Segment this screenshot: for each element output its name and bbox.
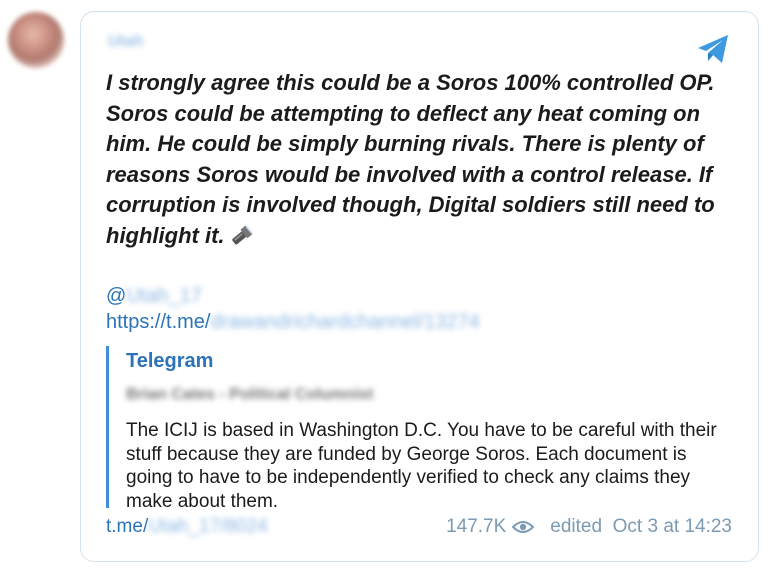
preview-site-name: Telegram [126, 350, 214, 372]
post-link-prefix: t.me/ [106, 516, 149, 537]
post-link-path: Utah_17/8024 [148, 516, 268, 537]
preview-title: Brian Cates - Political Columnist [126, 386, 374, 403]
telegram-plane-icon [698, 35, 728, 63]
eye-icon [512, 521, 535, 533]
message-body: I strongly agree this could be a Soros 1… [106, 70, 715, 248]
post-timestamp[interactable]: Oct 3 at 14:23 [613, 516, 732, 538]
mention-link[interactable]: @Utah_17 [106, 285, 202, 308]
link-preview[interactable]: Telegram Brian Cates - Political Columni… [106, 346, 736, 512]
avatar[interactable] [8, 12, 64, 68]
message-card: Utah I strongly agree this could be a So… [80, 11, 759, 562]
flashlight-icon [229, 224, 255, 255]
post-link[interactable]: t.me/Utah_17/8024 [106, 516, 268, 538]
link-prefix: https://t.me/ [106, 311, 211, 333]
view-count: 147.7K [446, 516, 507, 537]
mention-prefix: @ [106, 285, 127, 307]
mention-handle: Utah_17 [126, 285, 202, 307]
author-name[interactable]: Utah [108, 33, 160, 51]
preview-description: The ICIJ is based in Washington D.C. You… [126, 420, 717, 512]
link-path: drawandrichardchannel/13274 [210, 311, 480, 333]
message-text: I strongly agree this could be a Soros 1… [106, 68, 736, 254]
edited-label: edited [550, 516, 603, 537]
post-meta: 147.7K edited Oct 3 at 14:23 [446, 516, 732, 538]
message-link[interactable]: https://t.me/drawandrichardchannel/13274 [106, 311, 480, 334]
